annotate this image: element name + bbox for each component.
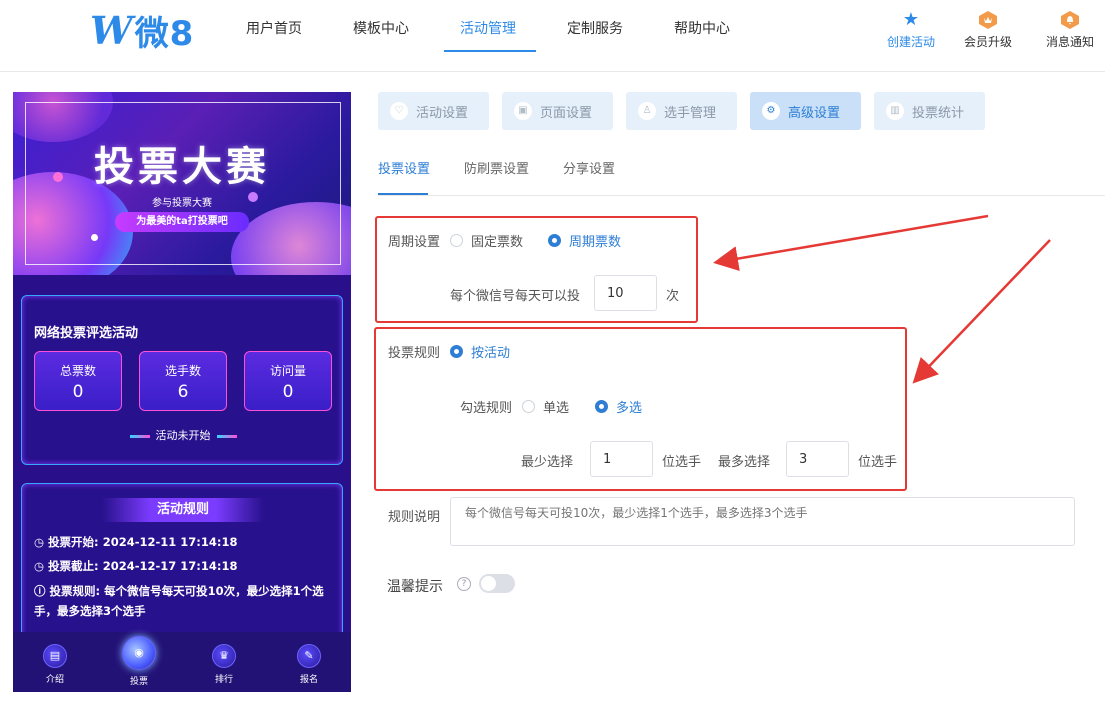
arrow-to-rules — [912, 239, 1051, 384]
arrow-to-period — [713, 214, 989, 271]
annotation-arrows — [713, 214, 1051, 384]
